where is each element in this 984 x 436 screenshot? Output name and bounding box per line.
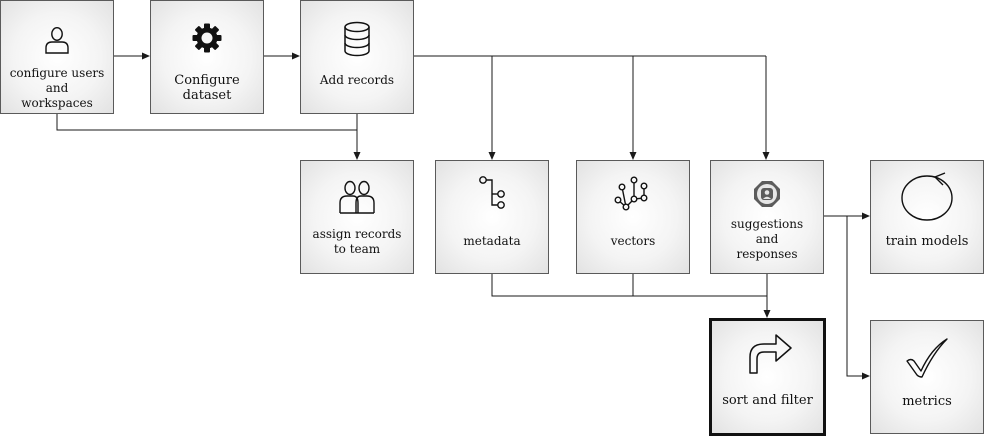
node-label: suggestions and responses: [730, 217, 804, 261]
user-icon: [45, 26, 69, 54]
node-label: assign records to team: [312, 227, 402, 256]
curved-arrow-icon: [748, 334, 792, 374]
node-sort-filter[interactable]: sort and filter: [709, 318, 826, 436]
gear-icon: [192, 23, 222, 53]
branch-icon: [479, 176, 505, 209]
network-icon: [614, 176, 648, 211]
database-icon: [344, 21, 370, 57]
node-label: sort and filter: [722, 393, 813, 408]
node-add-records[interactable]: Add records: [300, 0, 414, 114]
edge-users-to-assign: [56, 114, 357, 131]
team-icon: [339, 180, 375, 214]
node-label: metadata: [463, 234, 521, 248]
node-train-models[interactable]: train models: [870, 160, 984, 274]
edge-metadata-to-bus: [491, 274, 767, 297]
cycle-icon: [901, 172, 953, 221]
node-label: Add records: [319, 73, 395, 87]
node-label: train models: [885, 234, 969, 249]
node-label: metrics: [902, 394, 952, 409]
node-configure-dataset[interactable]: Configure dataset: [150, 0, 264, 114]
node-label: vectors: [610, 234, 656, 248]
node-assign-records[interactable]: assign records to team: [300, 160, 414, 274]
checkmark-icon: [906, 338, 948, 378]
node-label: Configure dataset: [174, 73, 240, 103]
node-metadata[interactable]: metadata: [435, 160, 549, 274]
node-label: configure users and workspaces: [9, 66, 105, 110]
robot-badge-icon: [754, 181, 780, 207]
edge-suggestions-to-metrics: [846, 216, 870, 380]
node-vectors[interactable]: vectors: [576, 160, 690, 274]
node-metrics[interactable]: metrics: [870, 320, 984, 434]
node-configure-users[interactable]: configure users and workspaces: [0, 0, 114, 114]
node-suggestions-responses[interactable]: suggestions and responses: [710, 160, 824, 274]
